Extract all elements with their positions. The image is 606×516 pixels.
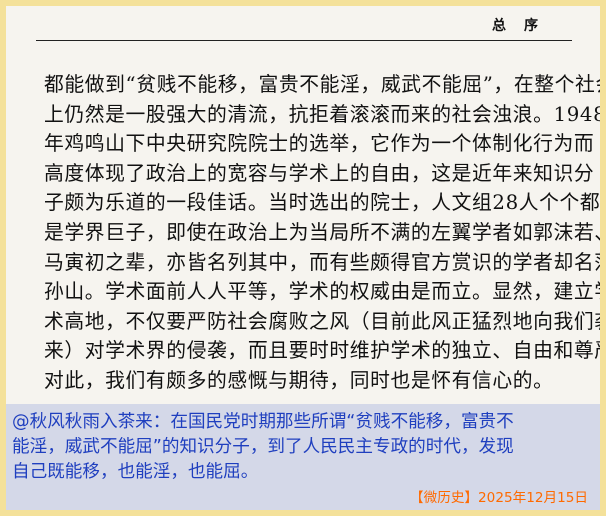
- body-line: 对此，我们有颇多的感慨与期待，同时也是怀有信心的。: [44, 368, 554, 392]
- book-page: 总序 都能做到“贫贱不能移，富贵不能淫，威武不能屈”，在整个社会 上仍然是一股强…: [6, 6, 600, 404]
- body-line: 高度体现了政治上的宽容与学术上的自由，这是近年来知识分: [44, 161, 595, 185]
- comment-line: @秋风秋雨入茶来：在国民党时期那些所谓“贫贱不能移，富贵不: [12, 412, 514, 432]
- header-rule: [36, 40, 572, 41]
- body-line: 是学界巨子，即使在政治上为当局所不满的左翼学者如郭沫若、: [44, 220, 600, 244]
- source-caption: 【微历史】2025年12月15日: [410, 490, 588, 506]
- body-line: 年鸡鸣山下中央研究院院士的选举，它作为一个体制化行为而: [44, 132, 595, 156]
- body-line: 来）对学术界的侵袭，而且要时时维护学术的独立、自由和尊严，: [44, 339, 600, 363]
- image-frame: 总序 都能做到“贫贱不能移，富贵不能淫，威武不能屈”，在整个社会 上仍然是一股强…: [6, 6, 600, 510]
- comment-panel: @秋风秋雨入茶来：在国民党时期那些所谓“贫贱不能移，富贵不 能淫，威武不能屈”的…: [6, 404, 600, 510]
- body-line: 马寅初之辈，亦皆名列其中，而有些颇得官方赏识的学者却名落: [44, 250, 600, 274]
- body-line: 孙山。学术面前人人平等，学术的权威由是而立。显然，建立学: [44, 280, 600, 304]
- body-line: 都能做到“贫贱不能移，富贵不能淫，威武不能屈”，在整个社会: [44, 73, 600, 96]
- body-line: 子颇为乐道的一段佳话。当时选出的院士，人文组28人个个都: [44, 191, 600, 215]
- body-line: 术高地，不仅要严防社会腐败之风（目前此风正猛烈地向我们袭: [44, 309, 600, 333]
- comment-text: @秋风秋雨入茶来：在国民党时期那些所谓“贫贱不能移，富贵不 能淫，威武不能屈”的…: [12, 410, 594, 486]
- body-line: 上仍然是一股强大的清流，抗拒着滚滚而来的社会浊浪。1948: [44, 102, 600, 126]
- body-text: 都能做到“贫贱不能移，富贵不能淫，威武不能屈”，在整个社会 上仍然是一股强大的清…: [44, 70, 600, 396]
- page-header: 总序: [492, 18, 556, 34]
- comment-line: 能淫，威武不能屈”的知识分子，到了人民民主专政的时代，发现: [12, 437, 514, 458]
- comment-line: 自己既能移，也能淫，也能屈。: [12, 462, 259, 483]
